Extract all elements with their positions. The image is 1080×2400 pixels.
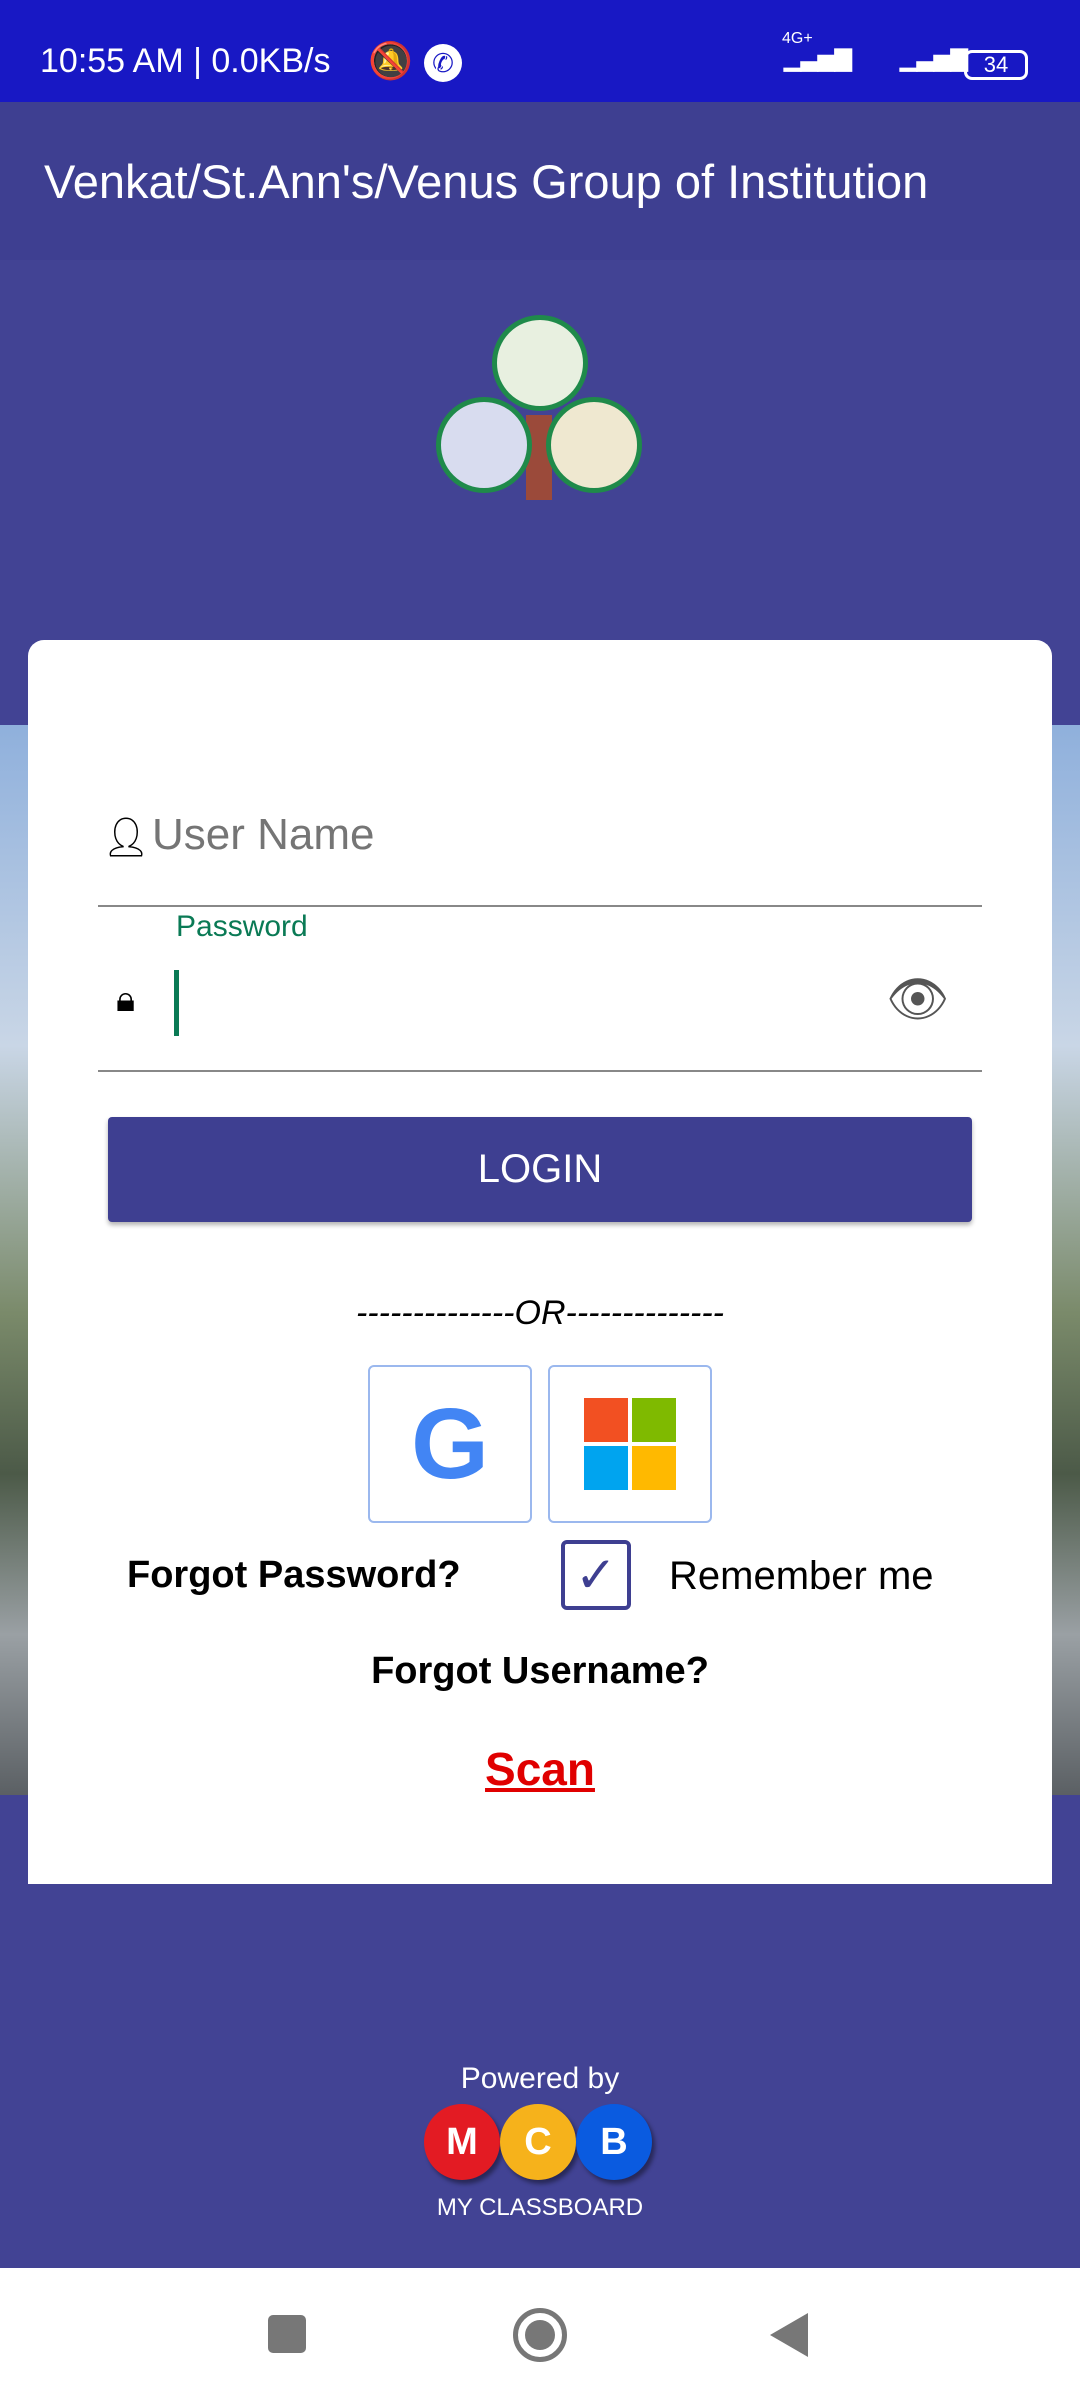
mute-icon: 🔕: [368, 40, 413, 81]
app-title: Venkat/St.Ann's/Venus Group of Instituti…: [44, 155, 929, 208]
home-button[interactable]: [513, 2308, 567, 2362]
person-icon: 👤︎: [102, 817, 151, 859]
password-input[interactable]: [174, 970, 179, 1036]
recents-button[interactable]: [268, 2315, 306, 2353]
or-divider: --------------OR--------------: [355, 1294, 725, 1332]
signal-icon: ▁▃▅▇: [784, 46, 852, 71]
microsoft-icon: [584, 1398, 676, 1490]
app-bar: Venkat/St.Ann's/Venus Group of Instituti…: [0, 102, 1080, 260]
password-label: Password: [176, 910, 308, 943]
mcb-letter-b: B: [576, 2104, 652, 2180]
eye-icon[interactable]: 👁︎: [886, 970, 949, 1029]
username-underline: [98, 905, 982, 907]
google-icon: G: [411, 1387, 489, 1500]
mcb-letter-m: M: [424, 2104, 500, 2180]
microsoft-signin-button[interactable]: [548, 1365, 712, 1523]
login-card: 👤︎ Password 🔒︎ 👁︎ LOGIN --------------OR…: [28, 640, 1052, 1884]
lock-icon: 🔒︎: [116, 978, 136, 1019]
mcb-logo: M C B: [424, 2104, 652, 2180]
powered-by-label: Powered by: [460, 2062, 620, 2095]
battery-icon: 34: [964, 50, 1028, 80]
username-input[interactable]: [152, 805, 1002, 865]
navigation-bar: [0, 2268, 1080, 2400]
mcb-letter-c: C: [500, 2104, 576, 2180]
login-button[interactable]: LOGIN: [108, 1117, 972, 1222]
institution-logo: [432, 315, 648, 500]
remember-me-checkbox[interactable]: ✓: [561, 1540, 631, 1610]
forgot-password-link[interactable]: Forgot Password?: [127, 1554, 461, 1597]
brand-name: MY CLASSBOARD: [436, 2194, 644, 2221]
status-time: 10:55 AM | 0.0KB/s: [40, 42, 331, 80]
status-bar: 10:55 AM | 0.0KB/s 🔕 ✆ ▁▃▅▇ 4G+ ▁▃▅▇ 34: [0, 0, 1080, 102]
scan-link[interactable]: Scan: [485, 1743, 595, 1795]
call-icon: ✆: [424, 44, 462, 82]
forgot-username-link[interactable]: Forgot Username?: [28, 1650, 1052, 1693]
network-type: 4G+: [782, 30, 813, 47]
signal-icon-2: ▁▃▅▇: [900, 46, 968, 71]
password-underline: [98, 1070, 982, 1072]
back-button[interactable]: [770, 2313, 808, 2357]
remember-me-label[interactable]: Remember me: [669, 1554, 934, 1599]
google-signin-button[interactable]: G: [368, 1365, 532, 1523]
